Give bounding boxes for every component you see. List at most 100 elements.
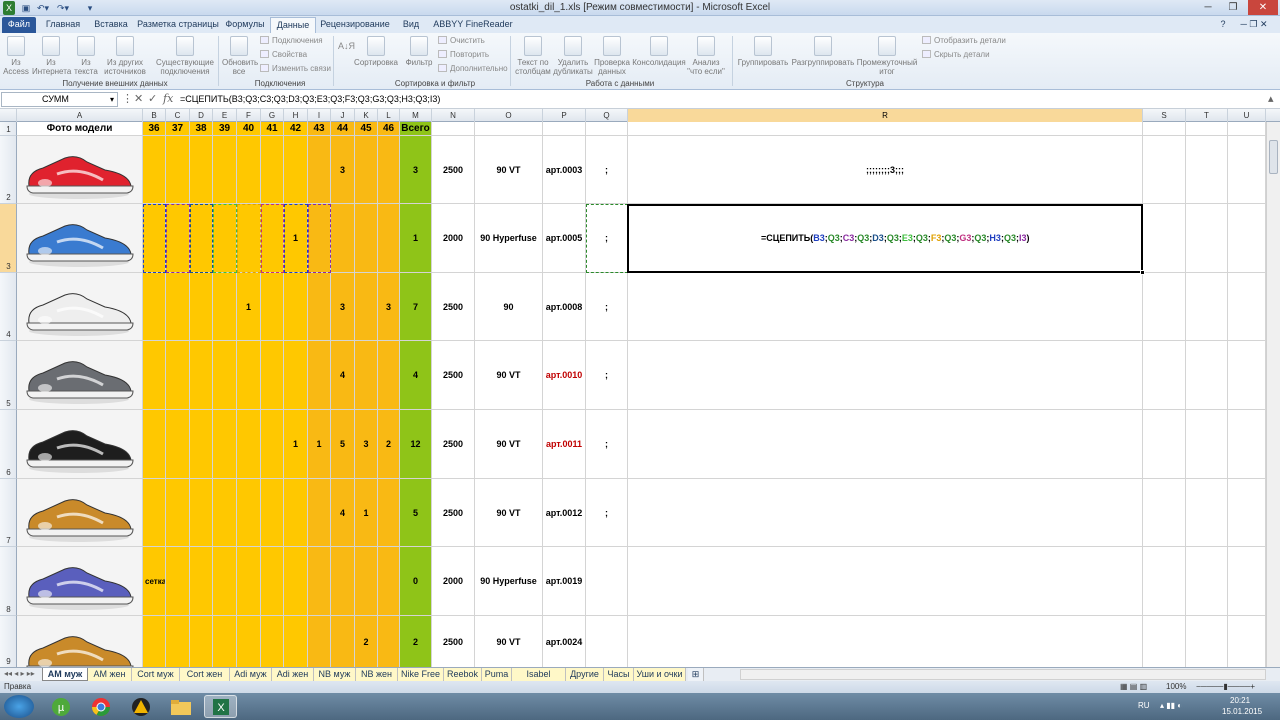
size-cell[interactable] (166, 547, 190, 616)
column-header-r[interactable]: R (628, 109, 1143, 122)
article-cell[interactable]: арт.0003 (543, 136, 586, 204)
column-header-d[interactable]: D (190, 109, 213, 122)
size-cell[interactable] (237, 136, 261, 204)
empty-cell[interactable] (1228, 616, 1266, 668)
size-cell[interactable] (261, 616, 284, 668)
hide-detail-button[interactable]: Скрыть детали (922, 50, 990, 60)
total-cell[interactable]: 5 (400, 479, 432, 547)
concat-result-cell[interactable] (628, 341, 1143, 410)
column-header-n[interactable]: N (432, 109, 475, 122)
header-size[interactable]: 44 (331, 122, 355, 136)
close-button[interactable]: ✕ (1248, 0, 1278, 15)
column-header-k[interactable]: K (355, 109, 378, 122)
sheet-tab[interactable]: Adi жен (272, 668, 314, 681)
row-header[interactable]: 6 (0, 410, 17, 479)
name-box[interactable]: СУММ ▾ (1, 92, 118, 107)
size-cell[interactable] (261, 479, 284, 547)
size-cell[interactable] (284, 136, 308, 204)
sheet-tab[interactable]: Другие (566, 668, 604, 681)
size-cell[interactable]: 3 (355, 410, 378, 479)
header-total[interactable]: Всего (400, 122, 432, 136)
consolidate-button[interactable]: Консолидация (632, 36, 686, 67)
size-cell[interactable]: 3 (331, 136, 355, 204)
maximize-button[interactable]: ❐ (1221, 0, 1245, 15)
tab-page-layout[interactable]: Разметка страницы (136, 17, 220, 33)
empty-cell[interactable] (1186, 136, 1228, 204)
header-size[interactable]: 41 (261, 122, 284, 136)
size-cell[interactable] (213, 547, 237, 616)
tray-icons[interactable]: ▴ ▮▮ ◐ (1160, 701, 1182, 710)
size-cell[interactable] (284, 616, 308, 668)
size-cell[interactable] (166, 341, 190, 410)
size-cell[interactable]: 2 (378, 410, 400, 479)
size-cell[interactable] (166, 410, 190, 479)
edit-links-button[interactable]: Изменить связи (260, 64, 331, 74)
size-cell[interactable] (166, 136, 190, 204)
tab-review[interactable]: Рецензирование (318, 17, 392, 33)
size-cell[interactable] (355, 273, 378, 341)
row-header[interactable]: 2 (0, 136, 17, 204)
article-cell[interactable]: арт.0011 (543, 410, 586, 479)
total-cell[interactable]: 4 (400, 341, 432, 410)
size-cell[interactable] (190, 410, 213, 479)
size-cell[interactable] (378, 204, 400, 273)
concat-result-cell[interactable] (628, 616, 1143, 668)
empty-cell[interactable] (1143, 273, 1186, 341)
size-cell[interactable] (378, 616, 400, 668)
model-cell[interactable]: 90 VT (475, 341, 543, 410)
sheet-tab[interactable]: Часы (604, 668, 634, 681)
empty-cell[interactable] (1143, 122, 1186, 136)
size-cell[interactable]: 1 (237, 273, 261, 341)
tab-formulas[interactable]: Формулы (222, 17, 268, 33)
size-cell[interactable] (284, 273, 308, 341)
select-all-corner[interactable] (0, 109, 17, 122)
start-button-icon[interactable] (4, 695, 34, 718)
size-cell[interactable] (261, 547, 284, 616)
column-header-p[interactable]: P (543, 109, 586, 122)
tab-view[interactable]: Вид (394, 17, 428, 33)
size-cell[interactable] (166, 273, 190, 341)
size-cell[interactable] (237, 341, 261, 410)
sheet-tab[interactable]: Cort жен (180, 668, 230, 681)
size-cell[interactable] (261, 273, 284, 341)
tab-insert[interactable]: Вставка (88, 17, 134, 33)
size-cell[interactable]: 4 (331, 479, 355, 547)
size-cell[interactable] (213, 273, 237, 341)
separator-cell[interactable] (586, 616, 628, 668)
empty-cell[interactable] (1228, 136, 1266, 204)
column-header-u[interactable]: U (1228, 109, 1266, 122)
header-size[interactable]: 38 (190, 122, 213, 136)
empty-cell[interactable] (1228, 341, 1266, 410)
total-cell[interactable]: 7 (400, 273, 432, 341)
empty-cell[interactable] (1143, 204, 1186, 273)
clock-time[interactable]: 20:21 (1230, 696, 1250, 705)
total-cell[interactable]: 3 (400, 136, 432, 204)
from-text-button[interactable]: Из текста (72, 36, 100, 76)
column-header-g[interactable]: G (261, 109, 284, 122)
separator-cell[interactable]: ; (586, 410, 628, 479)
size-cell[interactable] (284, 547, 308, 616)
sheet-tab[interactable]: Nike Free (398, 668, 444, 681)
row-header[interactable]: 5 (0, 341, 17, 410)
column-header-t[interactable]: T (1186, 109, 1228, 122)
size-cell[interactable] (143, 410, 166, 479)
total-cell[interactable]: 1 (400, 204, 432, 273)
size-cell[interactable]: сетка (143, 547, 166, 616)
separator-cell[interactable]: ; (586, 273, 628, 341)
model-cell[interactable]: 90 (475, 273, 543, 341)
size-cell[interactable] (143, 273, 166, 341)
confirm-entry-icon[interactable]: ✓ (148, 93, 157, 105)
empty-cell[interactable] (1186, 122, 1228, 136)
size-cell[interactable] (190, 547, 213, 616)
size-cell[interactable] (143, 136, 166, 204)
column-header-l[interactable]: L (378, 109, 400, 122)
column-header-o[interactable]: O (475, 109, 543, 122)
remove-duplicates-button[interactable]: Удалить дубликаты (553, 36, 593, 76)
column-header-h[interactable]: H (284, 109, 308, 122)
utorrent-icon[interactable]: µ (44, 695, 77, 718)
size-cell[interactable] (378, 547, 400, 616)
model-cell[interactable]: 90 Hyperfuse (475, 204, 543, 273)
article-cell[interactable]: арт.0005 (543, 204, 586, 273)
price-cell[interactable]: 2500 (432, 136, 475, 204)
what-if-button[interactable]: Анализ "что если" (686, 36, 726, 76)
